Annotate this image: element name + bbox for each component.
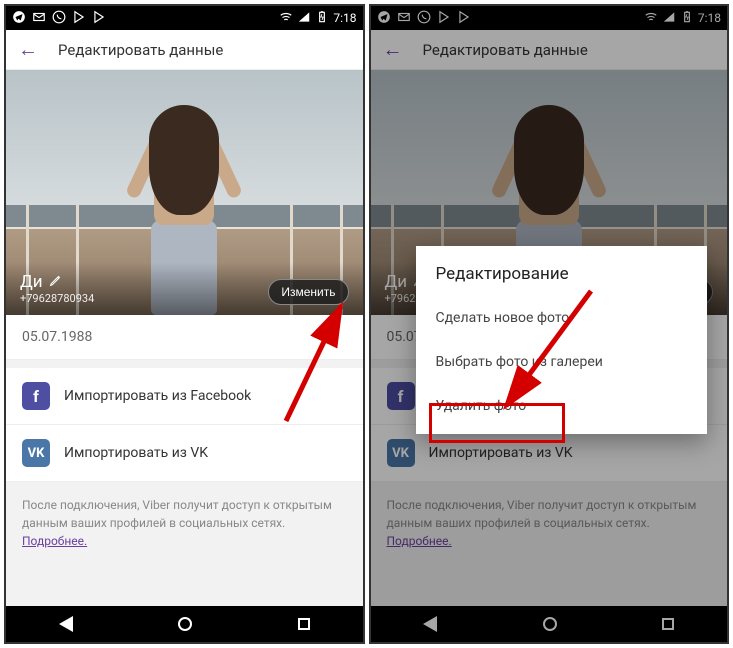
nav-recents-icon[interactable] bbox=[298, 618, 310, 630]
learn-more-link[interactable]: Подробнее. bbox=[22, 534, 87, 548]
facebook-icon: f bbox=[22, 382, 50, 410]
left-screen: 7:18 ← Редактировать данные Ди bbox=[4, 4, 365, 644]
dialog-item-take-photo[interactable]: Сделать новое фото bbox=[416, 296, 708, 340]
battery-icon bbox=[315, 10, 329, 27]
right-screen: 7:18 ← Редактировать данные Ди bbox=[369, 4, 730, 644]
mail-icon bbox=[32, 10, 46, 27]
import-vk-label: Импортировать из VK bbox=[64, 445, 208, 461]
wifi-icon bbox=[279, 10, 293, 27]
import-facebook-label: Импортировать из Facebook bbox=[64, 388, 251, 404]
status-bar: 7:18 bbox=[6, 6, 363, 30]
play-icon bbox=[72, 10, 86, 27]
nav-back-icon[interactable] bbox=[59, 616, 73, 632]
back-arrow-icon[interactable]: ← bbox=[18, 37, 38, 62]
footer-text: После подключения, Viber получит доступ … bbox=[22, 498, 332, 530]
dob-row[interactable]: 05.07.1988 bbox=[6, 315, 363, 360]
profile-photo[interactable]: Ди +79628780934 Изменить bbox=[6, 70, 363, 315]
signal-icon bbox=[297, 10, 311, 27]
app-bar: ← Редактировать данные bbox=[6, 30, 363, 70]
dob-value: 05.07.1988 bbox=[22, 329, 92, 345]
play-icon-2 bbox=[92, 10, 106, 27]
import-vk-row[interactable]: VK Импортировать из VK bbox=[6, 425, 363, 482]
page-title: Редактировать данные bbox=[58, 41, 223, 59]
viber-icon bbox=[52, 10, 66, 27]
change-photo-button[interactable]: Изменить bbox=[268, 279, 348, 305]
footer-note: После подключения, Viber получит доступ … bbox=[6, 482, 363, 564]
dialog-item-gallery[interactable]: Выбрать фото из галереи bbox=[416, 340, 708, 384]
status-time: 7:18 bbox=[333, 11, 356, 25]
edit-photo-dialog: Редактирование Сделать новое фото Выбрат… bbox=[416, 246, 708, 434]
nav-home-icon[interactable] bbox=[178, 617, 192, 631]
edit-name-icon[interactable] bbox=[49, 272, 62, 292]
nav-bar bbox=[6, 606, 363, 642]
telegram-icon bbox=[12, 10, 26, 27]
profile-name: Ди bbox=[20, 272, 43, 292]
dialog-item-delete[interactable]: Удалить фото bbox=[416, 384, 708, 428]
profile-phone: +79628780934 bbox=[20, 292, 94, 305]
import-facebook-row[interactable]: f Импортировать из Facebook bbox=[6, 368, 363, 425]
dialog-title: Редактирование bbox=[416, 264, 708, 296]
vk-icon: VK bbox=[22, 439, 50, 467]
